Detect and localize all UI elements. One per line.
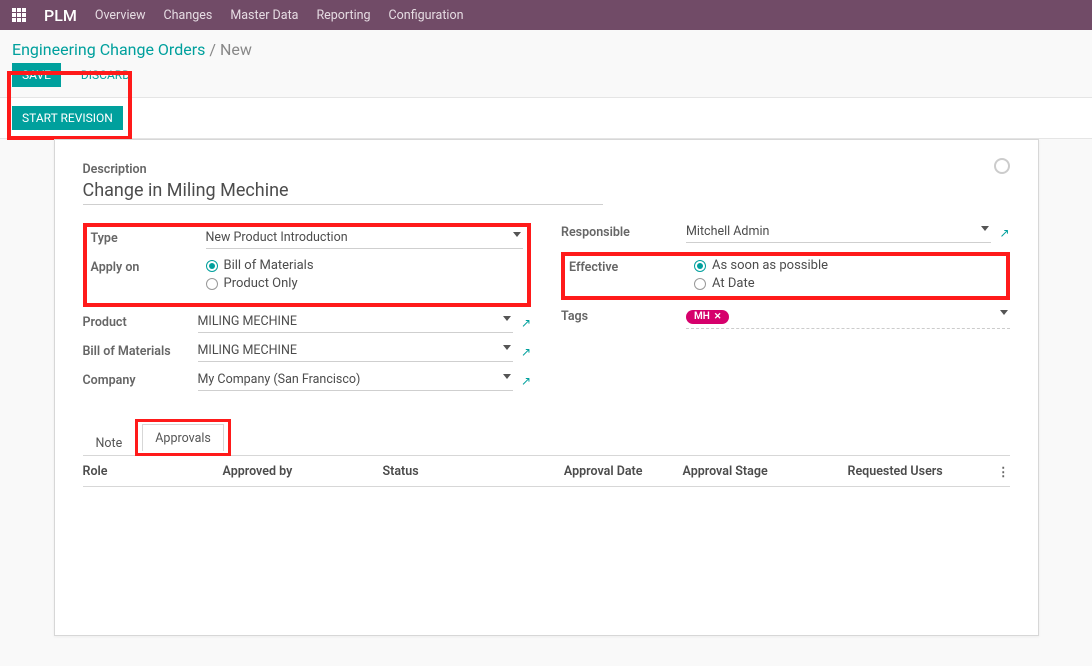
type-select[interactable]: New Product Introduction (206, 229, 524, 249)
start-revision-button[interactable]: Start Revision (12, 106, 123, 130)
bom-external-link-icon[interactable]: ↗ (521, 345, 531, 359)
col-requested-users: Requested Users (848, 464, 990, 480)
type-label: Type (91, 229, 206, 246)
radio-on-icon (206, 260, 218, 272)
product-select[interactable]: MILING MECHINE (198, 313, 513, 333)
description-input[interactable] (83, 179, 603, 205)
effective-atdate[interactable]: At Date (694, 276, 828, 291)
nav-overview[interactable]: Overview (95, 8, 146, 23)
company-label: Company (83, 371, 198, 388)
control-bar: Save Discard (0, 63, 1092, 98)
responsible-label: Responsible (561, 223, 686, 240)
nav-master-data[interactable]: Master Data (230, 8, 298, 23)
responsible-external-link-icon[interactable]: ↗ (999, 226, 1009, 240)
tab-note[interactable]: Note (83, 429, 136, 456)
chevron-down-icon (513, 232, 521, 237)
breadcrumb-root[interactable]: Engineering Change Orders (12, 40, 205, 59)
breadcrumb: Engineering Change Orders / New (0, 30, 1092, 63)
col-role: Role (83, 464, 223, 480)
radio-on-icon (694, 260, 706, 272)
nav-configuration[interactable]: Configuration (389, 8, 464, 23)
description-label: Description (83, 162, 1010, 177)
approvals-grid-header: Role Approved by Status Approval Date Ap… (83, 456, 1010, 487)
bom-label: Bill of Materials (83, 342, 198, 359)
col-approval-stage: Approval Stage (683, 464, 848, 480)
radio-off-icon (694, 278, 706, 290)
chevron-down-icon (503, 345, 511, 350)
tab-approvals[interactable]: Approvals (142, 424, 224, 451)
col-approval-date: Approval Date (533, 464, 683, 480)
company-external-link-icon[interactable]: ↗ (521, 374, 531, 388)
apply-on-product[interactable]: Product Only (206, 276, 298, 291)
tabs: Note Approvals (83, 418, 1010, 456)
tag-chip[interactable]: MH✕ (686, 310, 729, 324)
grid-options-icon[interactable]: ⋮ (990, 464, 1010, 480)
apply-on-bom[interactable]: Bill of Materials (206, 258, 314, 273)
radio-off-icon (206, 278, 218, 290)
approvals-grid-body (83, 487, 1010, 607)
tags-input[interactable]: MH✕ (686, 307, 1010, 329)
breadcrumb-sep: / (209, 40, 216, 59)
nav-changes[interactable]: Changes (164, 8, 213, 23)
apps-icon[interactable] (12, 8, 26, 22)
col-approved-by: Approved by (223, 464, 383, 480)
form-sheet: Description Type New Product Introductio… (54, 139, 1039, 636)
app-brand[interactable]: PLM (44, 6, 77, 25)
chevron-down-icon (1000, 310, 1008, 315)
product-label: Product (83, 313, 198, 330)
product-external-link-icon[interactable]: ↗ (521, 316, 531, 330)
col-status: Status (383, 464, 533, 480)
chevron-down-icon (503, 374, 511, 379)
apply-on-label: Apply on (91, 258, 206, 275)
priority-toggle[interactable] (994, 158, 1010, 174)
chevron-down-icon (503, 316, 511, 321)
responsible-select[interactable]: Mitchell Admin (686, 223, 991, 243)
top-nav: PLM Overview Changes Master Data Reporti… (0, 0, 1092, 30)
save-button[interactable]: Save (12, 63, 61, 87)
status-bar: Start Revision (0, 98, 1092, 139)
effective-asap[interactable]: As soon as possible (694, 258, 828, 273)
tag-remove-icon[interactable]: ✕ (714, 312, 722, 322)
bom-select[interactable]: MILING MECHINE (198, 342, 513, 362)
effective-label: Effective (569, 258, 686, 275)
chevron-down-icon (981, 226, 989, 231)
breadcrumb-current: New (220, 40, 252, 59)
nav-reporting[interactable]: Reporting (316, 8, 370, 23)
tags-label: Tags (561, 307, 686, 324)
discard-button[interactable]: Discard (71, 63, 140, 87)
company-select[interactable]: My Company (San Francisco) (198, 371, 513, 391)
